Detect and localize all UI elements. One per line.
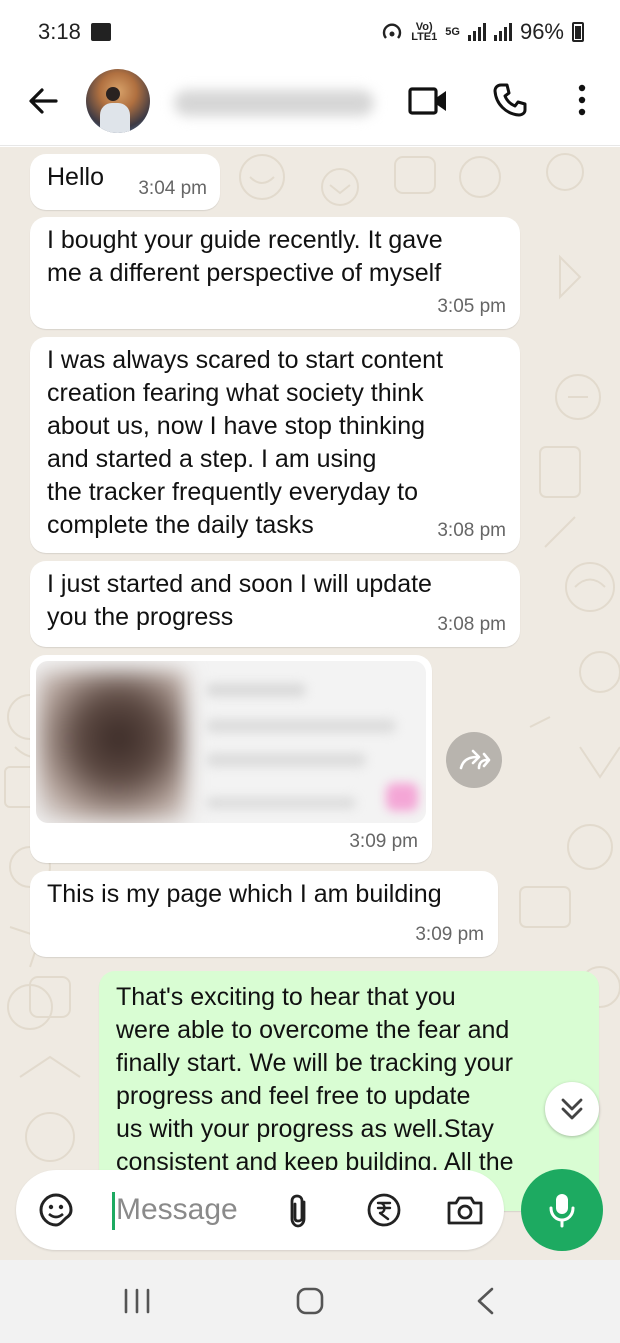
message-time: 3:08 pm [437, 520, 506, 541]
camera-icon[interactable] [446, 1194, 484, 1226]
message-time: 3:08 pm [437, 614, 506, 635]
forward-button[interactable] [446, 732, 502, 788]
status-time: 3:18 [38, 19, 81, 44]
preview-line [206, 797, 356, 809]
contact-name[interactable] [174, 90, 374, 116]
rupee-payment-icon[interactable] [366, 1192, 402, 1228]
home-icon[interactable] [296, 1287, 324, 1315]
back-arrow-icon[interactable] [26, 84, 60, 118]
preview-line [206, 719, 396, 733]
text-caret [112, 1192, 115, 1230]
message-bubble-incoming[interactable]: This is my page which I am building 3:09… [30, 871, 498, 957]
message-text: I just started and soon I will update yo… [47, 570, 432, 631]
message-text: This is my page which I am building [47, 880, 442, 908]
message-time: 3:04 pm [138, 178, 207, 199]
sticker-emoji-icon[interactable] [38, 1192, 74, 1228]
preview-line [206, 683, 306, 697]
blurred-link-preview[interactable] [36, 661, 426, 823]
chat-header [0, 64, 620, 146]
gallery-notification-icon [90, 23, 111, 41]
preview-badge [386, 783, 418, 811]
message-text: I bought your guide recently. It gave me… [47, 226, 443, 287]
message-bubble-incoming[interactable]: I bought your guide recently. It gave me… [30, 217, 520, 329]
scroll-to-bottom-button[interactable] [545, 1082, 599, 1136]
message-input[interactable] [116, 1188, 266, 1232]
hotspot-icon [383, 23, 402, 39]
status-bar: 3:18 Vo) LTE1 5G 96% [0, 0, 620, 64]
media-message-bubble[interactable]: 3:09 pm [30, 655, 432, 863]
network-tag: 5G [445, 26, 460, 38]
message-bubble-incoming[interactable]: Hello 3:04 pm [30, 154, 220, 210]
forward-icon [459, 749, 491, 770]
message-bubble-incoming[interactable]: I just started and soon I will update yo… [30, 561, 520, 647]
system-navigation-bar [0, 1260, 620, 1343]
status-indicators: Vo) LTE1 5G 96% [381, 19, 584, 45]
message-text: That's exciting to hear that you were ab… [116, 983, 514, 1176]
voice-message-button[interactable] [521, 1169, 603, 1251]
message-time: 3:09 pm [415, 924, 484, 945]
avatar[interactable] [86, 69, 150, 133]
message-text: I was always scared to start content cre… [47, 346, 444, 539]
message-time: 3:05 pm [437, 296, 506, 317]
recent-apps-icon[interactable] [122, 1288, 152, 1314]
video-call-icon[interactable] [408, 86, 448, 116]
more-options-icon[interactable] [568, 82, 596, 118]
signal-2-icon [493, 23, 512, 41]
paperclip-icon[interactable] [284, 1192, 314, 1230]
message-bubble-incoming[interactable]: I was always scared to start content cre… [30, 337, 520, 553]
preview-thumbnail [36, 671, 186, 821]
microphone-icon [549, 1194, 575, 1228]
battery-percent: 96% [519, 19, 564, 44]
preview-line [206, 753, 366, 767]
message-time: 3:09 pm [349, 831, 418, 852]
double-chevron-down-icon [561, 1098, 583, 1120]
volte-tag: Vo) LTE1 [411, 21, 438, 43]
chat-area[interactable]: Hello 3:04 pm I bought your guide recent… [0, 147, 620, 1260]
back-nav-icon[interactable] [474, 1286, 496, 1316]
battery-icon [572, 22, 584, 42]
phone-icon[interactable] [492, 82, 528, 118]
signal-icon [467, 23, 486, 41]
message-composer [16, 1170, 504, 1250]
